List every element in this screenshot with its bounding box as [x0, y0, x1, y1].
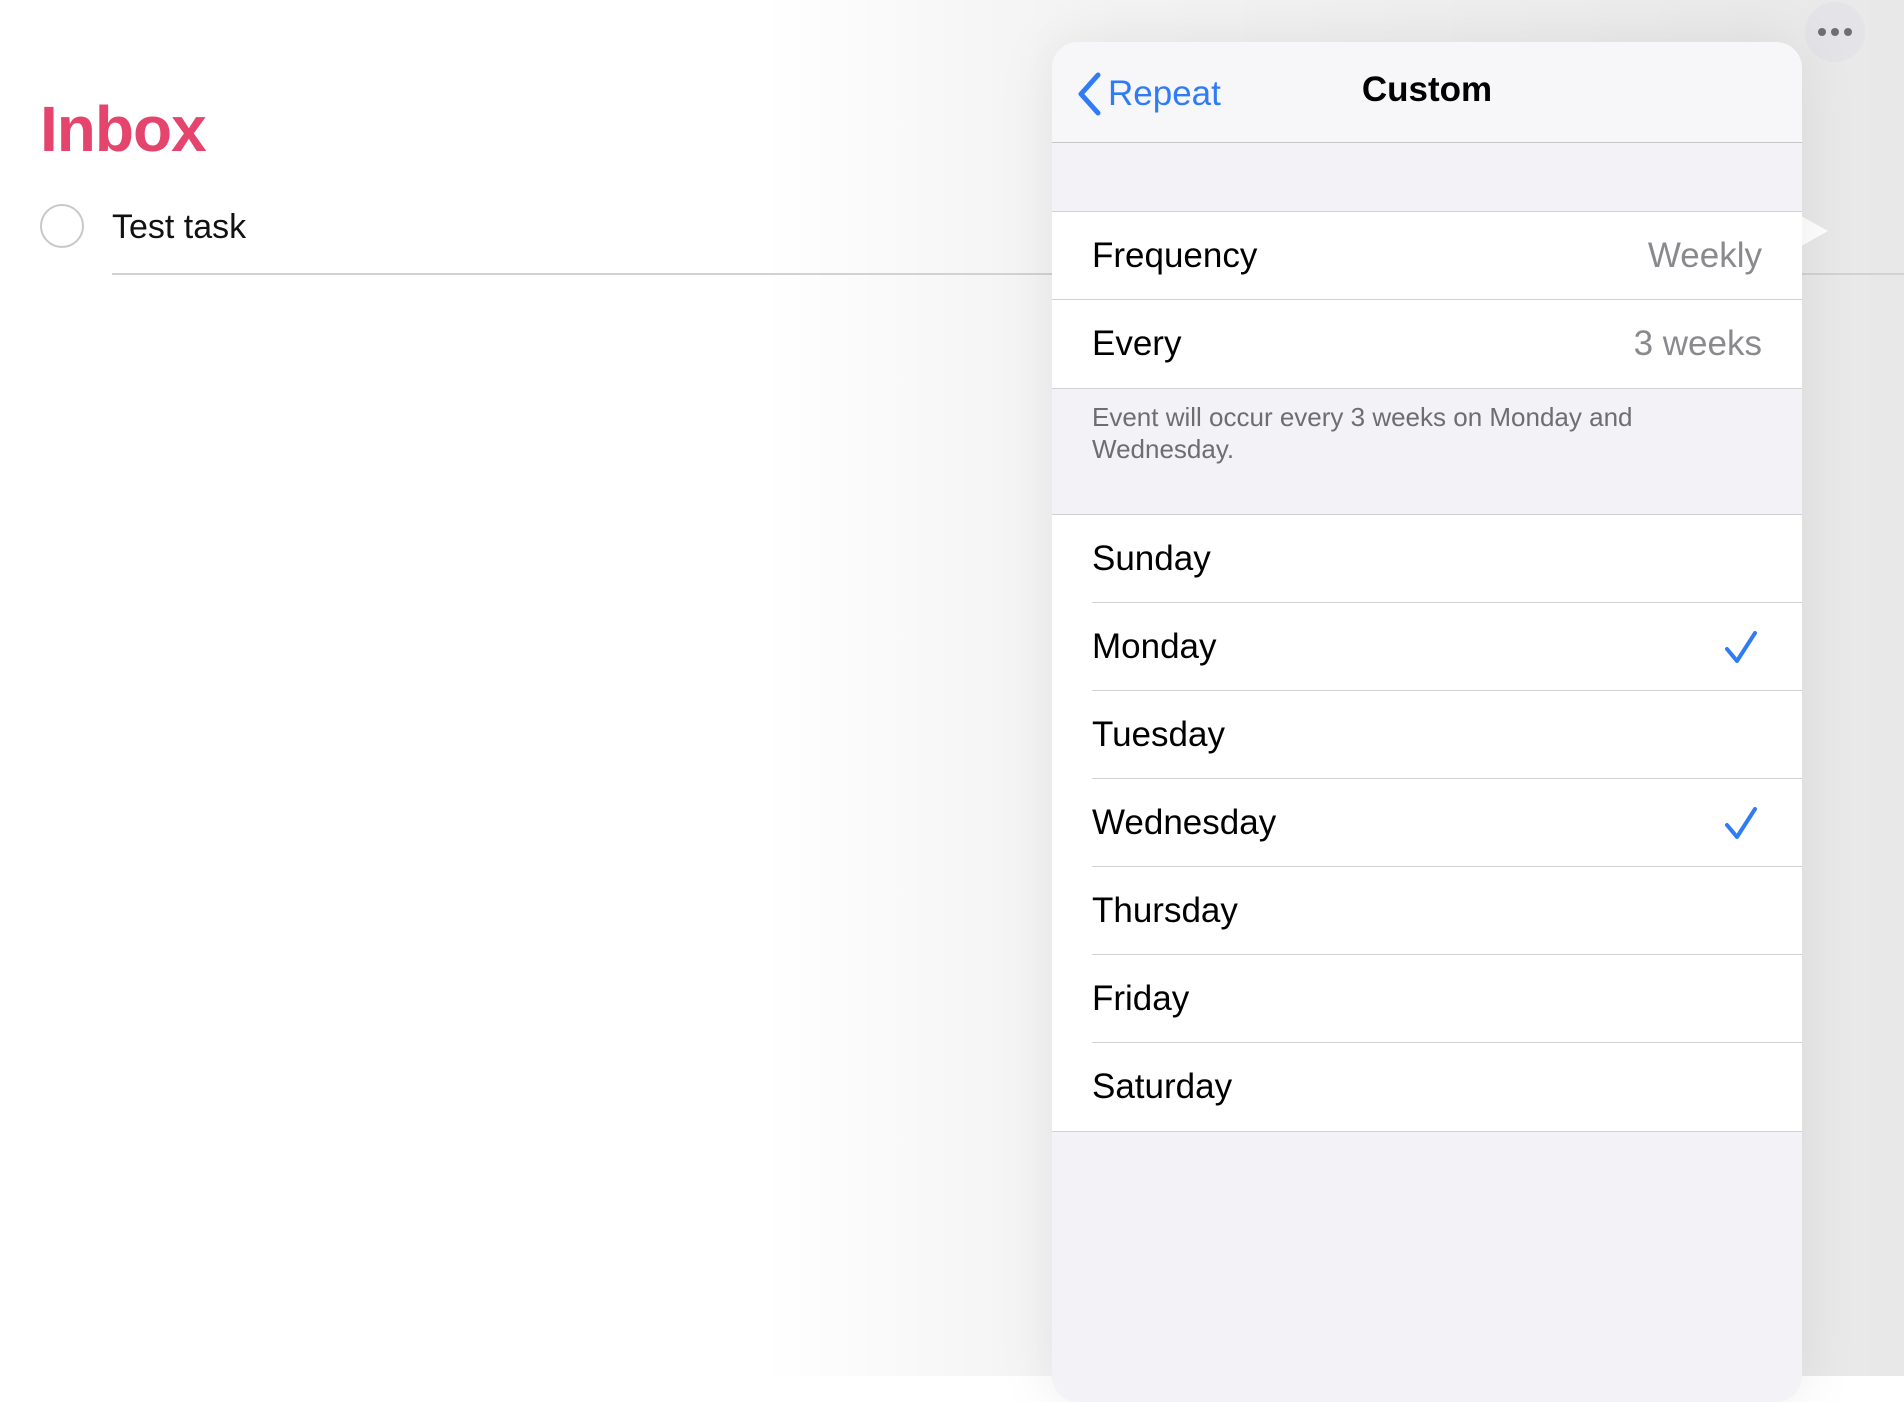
day-label: Saturday: [1092, 1067, 1233, 1106]
ellipsis-icon: [1831, 28, 1839, 36]
day-row-tuesday[interactable]: Tuesday: [1052, 691, 1802, 779]
every-row[interactable]: Every 3 weeks: [1052, 300, 1802, 388]
day-row-wednesday[interactable]: Wednesday: [1052, 779, 1802, 867]
frequency-label: Frequency: [1092, 236, 1258, 275]
weekday-list: Sunday Monday Tuesday Wednesday Thursday: [1052, 514, 1802, 1132]
checkmark-icon: [1725, 631, 1757, 663]
frequency-row[interactable]: Frequency Weekly: [1052, 212, 1802, 300]
ellipsis-icon: [1844, 28, 1852, 36]
ellipsis-icon: [1818, 28, 1826, 36]
custom-repeat-popover: Repeat Custom Frequency Weekly Every 3 w…: [1052, 42, 1802, 1402]
frequency-value: Weekly: [1647, 236, 1762, 275]
day-label: Thursday: [1092, 891, 1238, 930]
day-row-friday[interactable]: Friday: [1052, 955, 1802, 1043]
frequency-settings-group: Frequency Weekly Every 3 weeks: [1052, 211, 1802, 389]
day-row-saturday[interactable]: Saturday: [1052, 1043, 1802, 1131]
page-title: Inbox: [40, 93, 207, 165]
day-row-sunday[interactable]: Sunday: [1052, 515, 1802, 603]
day-label: Monday: [1092, 627, 1217, 666]
checkmark-icon: [1725, 807, 1757, 839]
day-label: Sunday: [1092, 539, 1211, 578]
every-label: Every: [1092, 324, 1182, 363]
more-button[interactable]: [1805, 2, 1865, 62]
popover-title: Custom: [1361, 70, 1493, 109]
repeat-summary: Event will occur every 3 weeks on Monday…: [1092, 402, 1633, 464]
day-label: Wednesday: [1092, 803, 1277, 842]
task-title[interactable]: Test task: [112, 208, 246, 247]
every-value: 3 weeks: [1633, 324, 1762, 363]
day-row-thursday[interactable]: Thursday: [1052, 867, 1802, 955]
day-label: Friday: [1092, 979, 1190, 1018]
task-complete-circle[interactable]: [40, 204, 84, 248]
day-row-monday[interactable]: Monday: [1052, 603, 1802, 691]
popover-nav-bar: Repeat Custom: [1052, 42, 1802, 143]
day-label: Tuesday: [1092, 715, 1225, 754]
